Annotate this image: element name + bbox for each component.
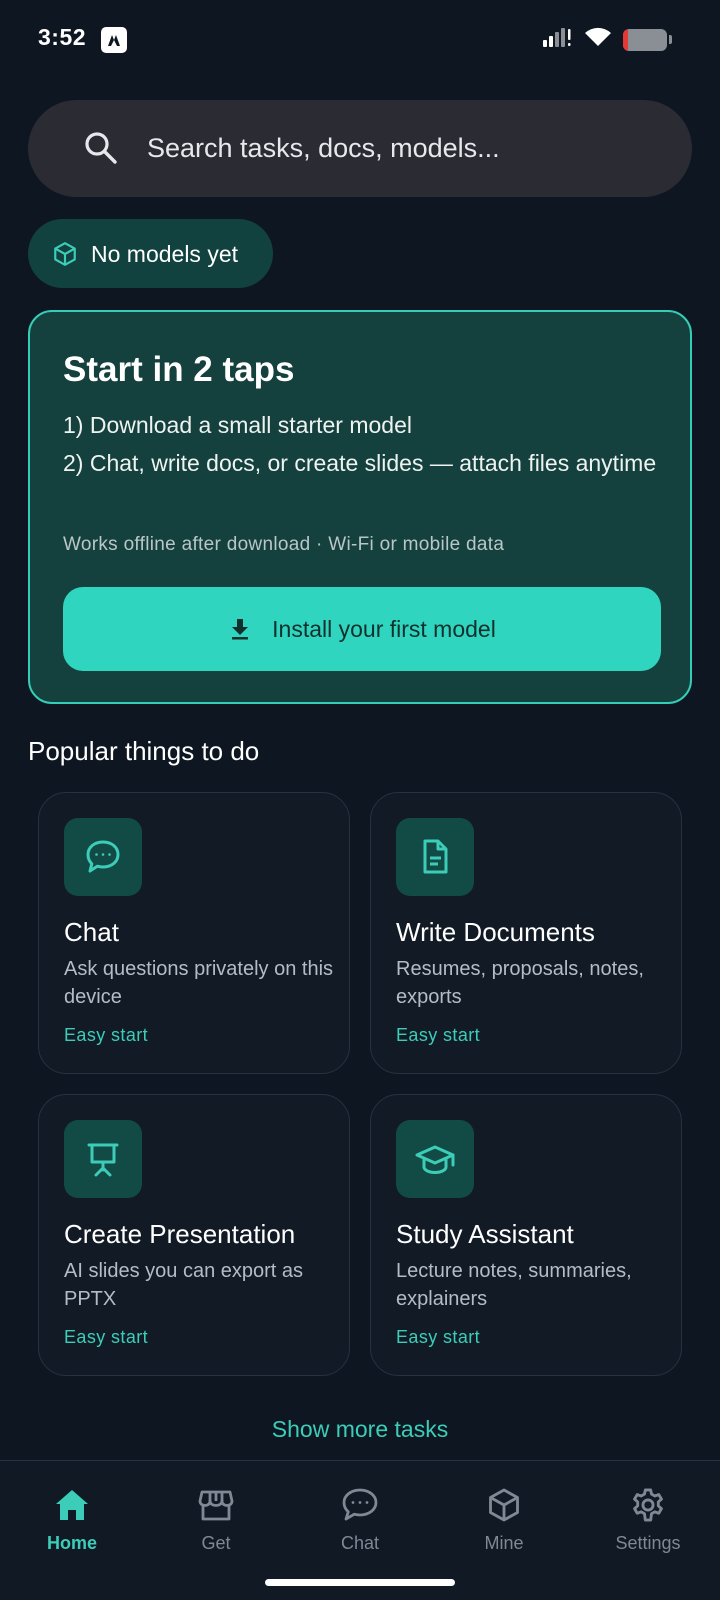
status-indicators [543, 26, 672, 53]
nav-item-get[interactable]: Get [144, 1485, 288, 1565]
nav-item-mine[interactable]: Mine [432, 1485, 576, 1565]
home-screen: 3:52 Search tasks, docs, models... No mo… [0, 0, 720, 1600]
document-icon [396, 818, 474, 896]
cube-icon [432, 1485, 576, 1525]
task-tag: Easy start [64, 1025, 149, 1045]
wifi-icon [583, 26, 613, 53]
task-tag: Easy start [64, 1327, 149, 1347]
models-status-chip[interactable]: No models yet [28, 219, 273, 288]
app-notification-icon [101, 27, 127, 53]
nav-label: Chat [340, 1533, 380, 1553]
show-more-tasks-link[interactable]: Show more tasks [0, 1416, 720, 1443]
battery-cap [669, 35, 672, 44]
home-icon [0, 1485, 144, 1525]
home-indicator[interactable] [265, 1579, 455, 1586]
task-title: Study Assistant [396, 1219, 574, 1249]
task-description: Resumes, proposals, notes, exports [396, 958, 644, 1008]
task-tag: Easy start [396, 1025, 481, 1045]
onboarding-card: Start in 2 taps 1) Download a small star… [28, 310, 692, 704]
nav-item-home[interactable]: Home [0, 1485, 144, 1565]
download-icon [228, 617, 252, 641]
battery-icon [623, 28, 667, 51]
section-title: Popular things to do [28, 736, 260, 766]
gear-icon [576, 1485, 720, 1525]
nav-label: Mine [484, 1533, 524, 1553]
task-description: AI slides you can export as PPTX [64, 1260, 304, 1310]
task-tag: Easy start [396, 1327, 481, 1347]
chat-bubble-icon [288, 1485, 432, 1525]
install-model-button[interactable]: Install your first model [63, 587, 661, 671]
chat-bubble-icon [64, 818, 142, 896]
status-time: 3:52 [38, 24, 87, 50]
cube-icon [52, 241, 78, 272]
onboarding-step-1: 1) Download a small starter model [63, 412, 412, 438]
task-title: Write Documents [396, 917, 595, 947]
status-bar: 3:52 [0, 0, 720, 80]
nav-label: Settings [615, 1533, 681, 1553]
nav-item-settings[interactable]: Settings [576, 1485, 720, 1565]
store-icon [144, 1485, 288, 1525]
search-bar[interactable]: Search tasks, docs, models... [28, 100, 692, 197]
nav-label: Home [46, 1533, 97, 1553]
task-card-chat[interactable]: Chat Ask questions privately on this dev… [38, 792, 350, 1074]
onboarding-note: Works offline after download · Wi-Fi or … [63, 534, 505, 555]
onboarding-title: Start in 2 taps [63, 350, 295, 389]
signal-icon [543, 26, 573, 53]
task-card-study-assistant[interactable]: Study Assistant Lecture notes, summaries… [370, 1094, 682, 1376]
install-button-label: Install your first model [272, 615, 496, 642]
search-icon [84, 131, 118, 170]
task-title: Create Presentation [64, 1219, 296, 1249]
task-card-create-presentation[interactable]: Create Presentation AI slides you can ex… [38, 1094, 350, 1376]
onboarding-step-2: 2) Chat, write docs, or create slides — … [63, 450, 657, 476]
presentation-icon [64, 1120, 142, 1198]
chip-label: No models yet [91, 241, 239, 267]
task-description: Ask questions privately on this device [64, 958, 334, 1008]
task-card-write-documents[interactable]: Write Documents Resumes, proposals, note… [370, 792, 682, 1074]
graduation-cap-icon [396, 1120, 474, 1198]
nav-label: Get [201, 1533, 231, 1553]
search-input[interactable]: Search tasks, docs, models... [147, 133, 500, 164]
nav-item-chat[interactable]: Chat [288, 1485, 432, 1565]
task-description: Lecture notes, summaries, explainers [396, 1260, 632, 1310]
task-title: Chat [64, 917, 119, 947]
